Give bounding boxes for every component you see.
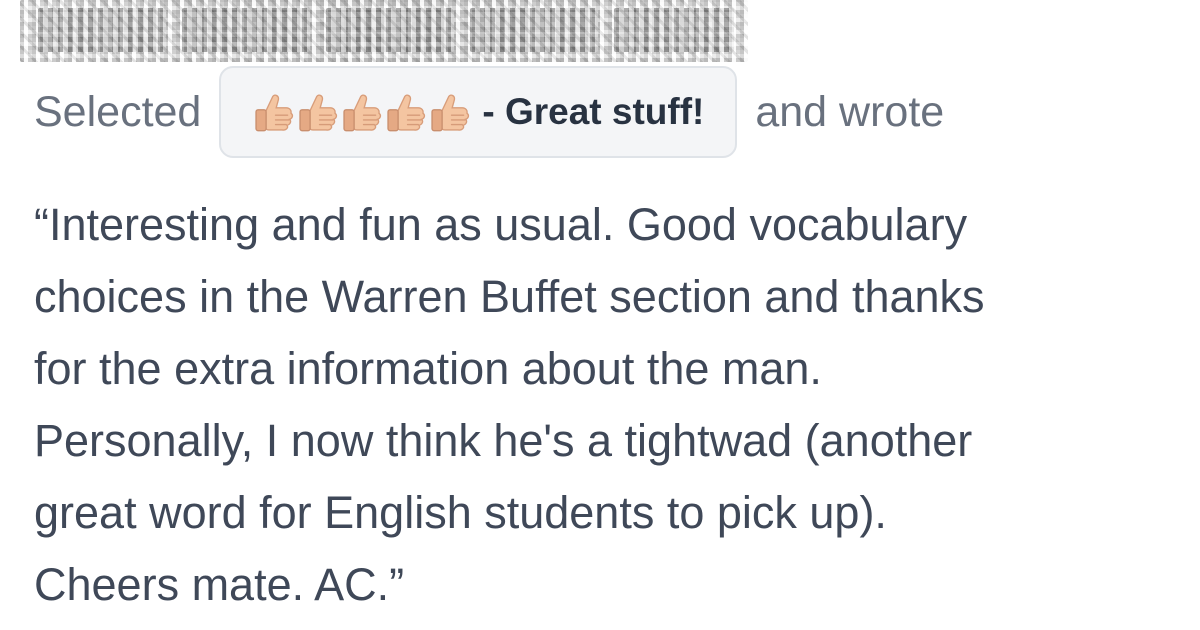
thumbs-up-icon — [299, 94, 338, 131]
thumbs-up-icon — [343, 94, 382, 131]
pixelated-redacted-header — [20, 0, 748, 62]
redacted-block — [38, 8, 166, 52]
redacted-block — [614, 8, 734, 52]
thumbs-up-icon — [387, 94, 426, 131]
thumbs-up-icon — [255, 94, 294, 131]
redacted-block — [470, 8, 598, 52]
redacted-block — [326, 8, 454, 52]
review-comment: “Interesting and fun as usual. Good voca… — [34, 199, 985, 610]
rating-chip: - Great stuff! — [219, 66, 738, 158]
thumbs-up-rating — [252, 91, 471, 134]
selected-rating-row: Selected - Great stuff! and wrote — [34, 65, 944, 159]
redacted-block — [182, 8, 310, 52]
thumbs-up-icon — [431, 94, 470, 131]
selected-suffix-text: and wrote — [755, 87, 945, 136]
selected-prefix-text: Selected — [34, 87, 202, 136]
rating-label: - Great stuff! — [482, 91, 705, 132]
